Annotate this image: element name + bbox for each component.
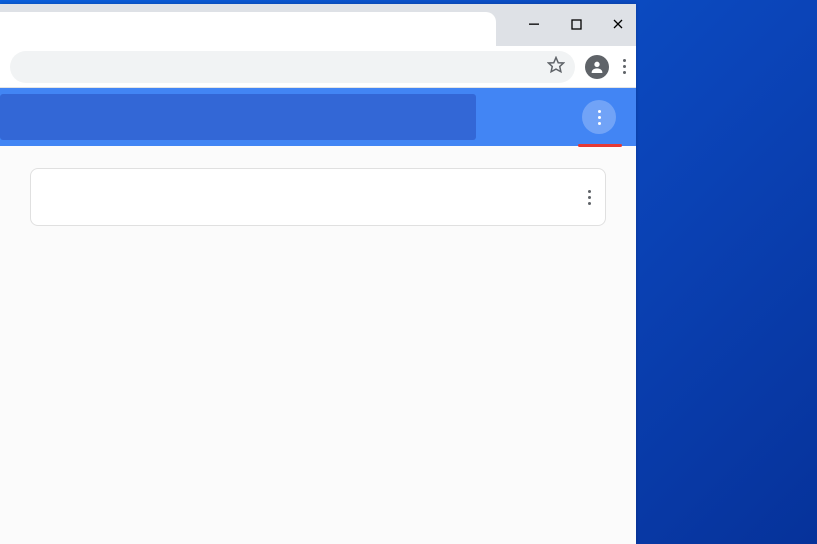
minimize-icon bbox=[528, 18, 540, 30]
close-icon bbox=[612, 18, 624, 30]
browser-window bbox=[0, 4, 636, 544]
window-minimize-button[interactable] bbox=[522, 12, 546, 36]
page-content bbox=[0, 146, 636, 544]
kebab-menu-icon bbox=[598, 110, 601, 125]
page-search-bar[interactable] bbox=[0, 94, 476, 140]
active-tab[interactable] bbox=[0, 12, 496, 46]
page-header bbox=[0, 88, 636, 146]
window-maximize-button[interactable] bbox=[564, 12, 588, 36]
annotation-underline bbox=[578, 144, 622, 147]
tab-strip bbox=[0, 4, 636, 46]
address-bar[interactable] bbox=[10, 51, 575, 83]
toolbar-icons bbox=[585, 55, 626, 79]
profile-avatar-icon[interactable] bbox=[585, 55, 609, 79]
maximize-icon bbox=[571, 19, 582, 30]
desktop-background bbox=[0, 0, 817, 544]
window-close-button[interactable] bbox=[606, 12, 630, 36]
browser-toolbar bbox=[0, 46, 636, 88]
page-settings-button[interactable] bbox=[582, 100, 616, 134]
browser-menu-icon[interactable] bbox=[623, 59, 626, 74]
card-menu-button[interactable] bbox=[588, 190, 591, 205]
bookmark-star-icon[interactable] bbox=[547, 56, 565, 78]
content-card bbox=[30, 168, 606, 226]
